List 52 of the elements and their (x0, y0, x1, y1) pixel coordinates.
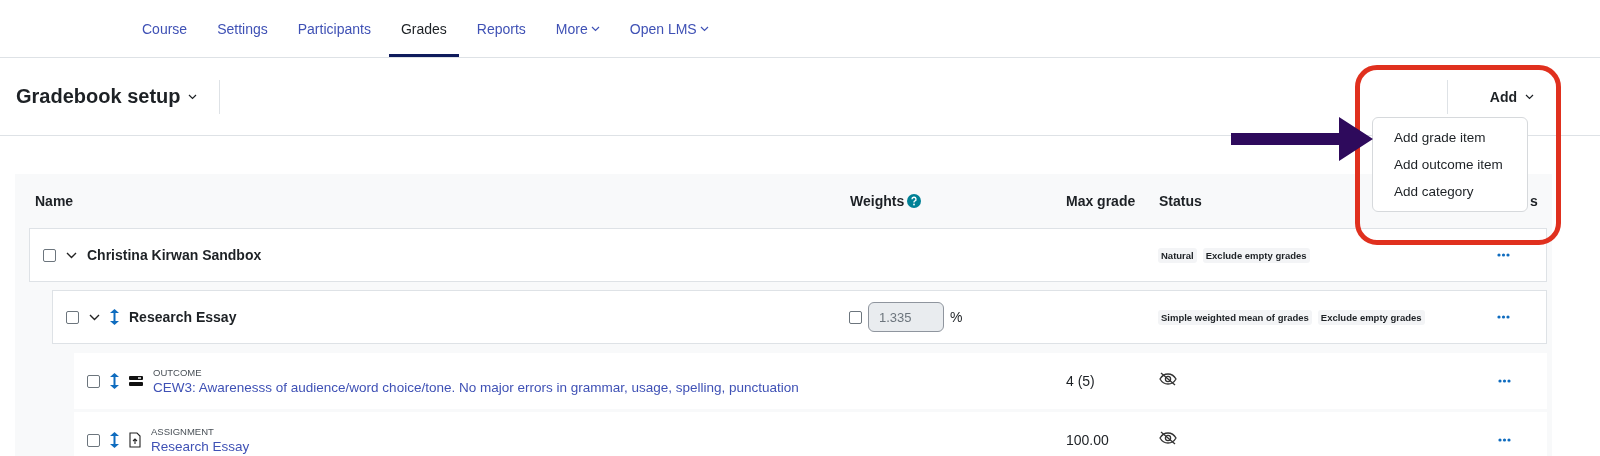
more-icon (1498, 379, 1511, 383)
caret-icon (699, 25, 709, 32)
expand-toggle[interactable] (89, 313, 100, 321)
more-icon (1497, 315, 1510, 319)
menu-item[interactable]: Add outcome item (1373, 151, 1527, 178)
nav-tab[interactable]: Settings (205, 0, 280, 57)
move-icon[interactable] (110, 373, 119, 389)
help-icon (907, 194, 922, 208)
checkbox[interactable] (66, 310, 79, 324)
status-badge: Exclude empty grades (1317, 309, 1425, 325)
move-icon[interactable] (110, 432, 119, 448)
category-name: Research Essay (129, 309, 237, 325)
caret-icon (590, 25, 600, 32)
checkbox[interactable] (43, 248, 56, 262)
category-name: Christina Kirwan Sandbox (87, 247, 262, 263)
add-button[interactable]: Add (1485, 84, 1538, 109)
grade-item-link[interactable]: Research Essay (151, 439, 250, 454)
nav-tab[interactable]: Reports (464, 0, 538, 57)
nav-tab[interactable]: More (543, 0, 612, 57)
max-grade: 100.00 (1066, 432, 1109, 448)
chevron-icon (89, 313, 100, 321)
item-type: ASSIGNMENT (151, 426, 215, 437)
grade-item-link[interactable]: CEW3: Awarenesss of audience/word choice/tone. No major errors in grammar, usage, spelling, punctuation (153, 380, 799, 395)
column-header: Weights (850, 193, 1066, 209)
menu-item[interactable]: Add category (1373, 178, 1527, 205)
document-upload-icon (129, 432, 141, 448)
max-grade: 4 (5) (1066, 373, 1095, 389)
status-badge: Simple weighted mean of grades (1158, 309, 1312, 325)
move-icon[interactable] (110, 309, 119, 325)
menu-item[interactable]: Add grade item (1373, 124, 1527, 151)
eye-slash-icon (1159, 431, 1177, 445)
outcome-icon (129, 375, 143, 387)
nav-tab[interactable]: Grades (388, 0, 459, 57)
nav-tab[interactable]: Course (130, 0, 200, 57)
column-header: Max grade (1066, 193, 1137, 209)
status-badge: Exclude empty grades (1202, 247, 1310, 263)
chevron-icon (66, 251, 77, 259)
more-icon (1498, 438, 1511, 442)
item-type: OUTCOME (153, 367, 203, 378)
expand-toggle[interactable] (66, 251, 77, 259)
column-header: Name (34, 193, 75, 209)
caret-icon (188, 93, 198, 100)
checkbox[interactable] (87, 374, 100, 388)
caret-icon (1525, 93, 1534, 100)
page-title-menu[interactable]: Gradebook setup (16, 76, 198, 117)
checkbox[interactable] (87, 433, 100, 447)
status-badge: Natural (1158, 247, 1197, 263)
more-icon (1497, 253, 1510, 257)
eye-slash-icon (1159, 372, 1177, 386)
percent-unit: % (950, 309, 963, 325)
nav-tab[interactable]: Participants (285, 0, 383, 57)
nav-tab[interactable]: Open LMS (617, 0, 721, 57)
